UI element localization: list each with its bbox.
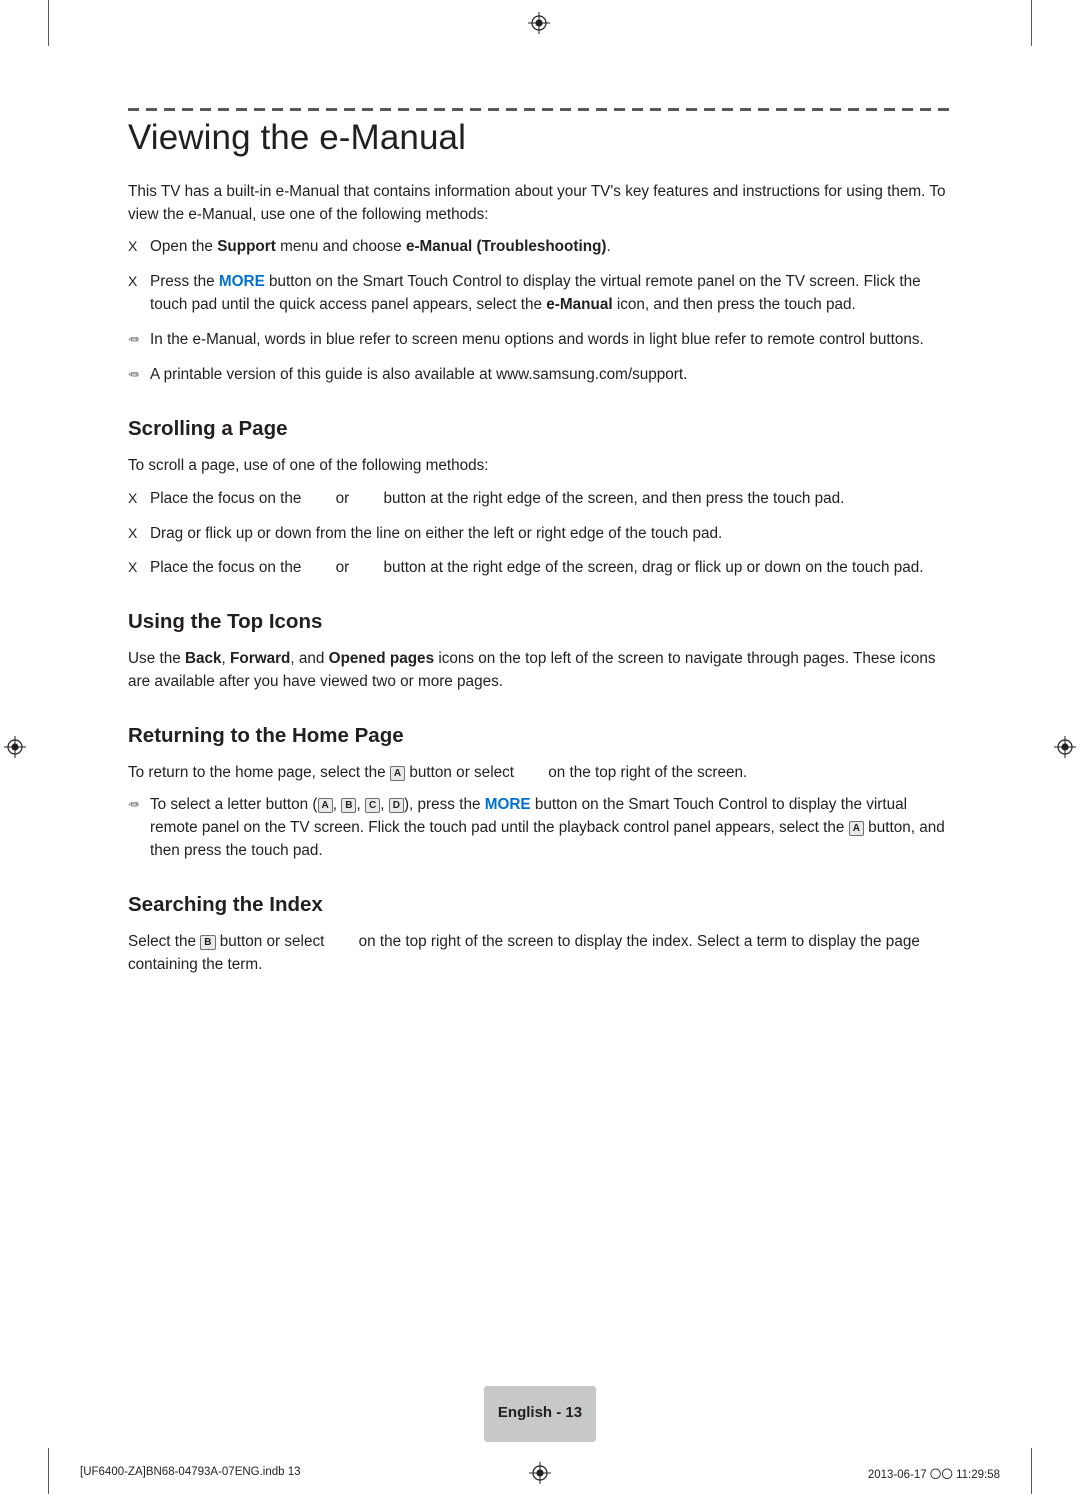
bullet-text: Press the MORE button on the Smart Touch… <box>150 273 921 314</box>
color-key-icon: B <box>341 798 357 814</box>
section-heading: Searching the Index <box>128 893 323 917</box>
title-rule <box>128 108 952 111</box>
section-paragraph: Select the B button or select on the top… <box>128 933 920 973</box>
bullet-text: Drag or flick up or down from the line o… <box>150 524 723 542</box>
footer-timestamp: 2013-06-17 〇〇 11:29:58 <box>867 1469 1000 1481</box>
registration-mark-left <box>4 736 26 758</box>
section-paragraph: To return to the home page, select the A… <box>128 763 748 781</box>
section-heading: Returning to the Home Page <box>128 723 404 747</box>
note-pencil-icon: ✏ <box>128 367 139 382</box>
document-page: Viewing the e-Manual This TV has a built… <box>0 0 1080 1494</box>
crop-mark-bottom-right <box>1031 1448 1032 1494</box>
footer-file-info: [UF6400-ZA]BN68-04793A-07ENG.indb 13 <box>80 1466 301 1478</box>
crop-mark-top-right <box>1031 0 1032 46</box>
bullet-x-icon: X <box>128 489 138 506</box>
page-number-tab: English - 13 <box>484 1386 596 1442</box>
bullet-item: X Place the focus on the or button at the… <box>128 557 952 580</box>
registration-mark-right <box>1054 736 1076 758</box>
bullet-x-icon: X <box>128 273 138 290</box>
registration-mark-top <box>528 12 550 34</box>
sections-container: Scrolling a Page To scroll a page, use of… <box>128 417 952 976</box>
section-heading: Using the Top Icons <box>128 610 323 634</box>
more-button-reference: MORE <box>484 796 531 814</box>
emphasis-text: Support <box>217 238 276 256</box>
crop-mark-top-left <box>48 0 49 46</box>
color-key-icon: A <box>317 798 333 814</box>
note-pencil-icon: ✏ <box>128 797 139 813</box>
color-key-icon: A <box>389 765 406 781</box>
intro-paragraph: This TV has a built-in e-Manual that con… <box>128 183 946 223</box>
bullet-text: A printable version of this guide is als… <box>150 366 688 383</box>
bullet-item: X Drag or flick up or down from the line … <box>128 523 952 546</box>
emphasis-text: e-Manual <box>546 296 613 314</box>
section-paragraph: To scroll a page, use of one of the foll… <box>128 456 489 474</box>
bullet-x-icon: X <box>128 238 138 255</box>
section-heading: Scrolling a Page <box>128 416 288 440</box>
emphasis-text: Forward <box>230 650 291 668</box>
emphasis-text: Opened pages <box>328 650 435 668</box>
crop-mark-bottom-left <box>48 1448 49 1494</box>
bullet-item: X Press the MORE button on the Smart Touc… <box>128 271 952 317</box>
bullet-item: X Open the Support menu and choose e-Manu… <box>128 236 952 259</box>
bullet-text: Place the focus on the or button at the … <box>150 489 845 507</box>
bullet-item: ✏ A printable version of this guide is al… <box>128 364 952 387</box>
bullet-x-icon: X <box>128 524 138 541</box>
bullet-text: To select a letter button (A, B, C, D), … <box>150 796 945 860</box>
intro-bullet-list: X Open the Support menu and choose e-Manu… <box>128 236 952 387</box>
page-number-label: English - 13 <box>497 1404 583 1421</box>
color-key-icon: B <box>200 935 216 951</box>
registration-mark-bottom <box>529 1462 551 1489</box>
bullet-item: ✏ In the e-Manual, words in blue refer to… <box>128 329 952 352</box>
bullet-text: In the e-Manual, words in blue refer to … <box>150 331 924 349</box>
page-title: Viewing the e-Manual <box>128 118 466 157</box>
color-key-icon: A <box>848 821 864 837</box>
section-paragraph: Use the Back, Forward, and Opened pages … <box>128 650 936 690</box>
color-key-icon: C <box>364 798 381 814</box>
bullet-text: Open the Support menu and choose e-Manua… <box>150 238 611 256</box>
emphasis-text: Back <box>184 650 222 668</box>
emphasis-text: e-Manual (Troubleshooting) <box>405 238 607 256</box>
bullet-item: ✏ To select a letter button (A, B, C, D),… <box>128 794 952 863</box>
color-key-icon: D <box>388 798 404 814</box>
bullet-x-icon: X <box>128 559 138 576</box>
page-content: Viewing the e-Manual This TV has a built… <box>128 108 952 986</box>
bullet-text: Place the focus on the or button at the … <box>150 559 924 577</box>
bullet-item: X Place the focus on the or button at the… <box>128 488 952 511</box>
more-button-reference: MORE <box>218 273 265 291</box>
note-pencil-icon: ✏ <box>128 332 139 348</box>
